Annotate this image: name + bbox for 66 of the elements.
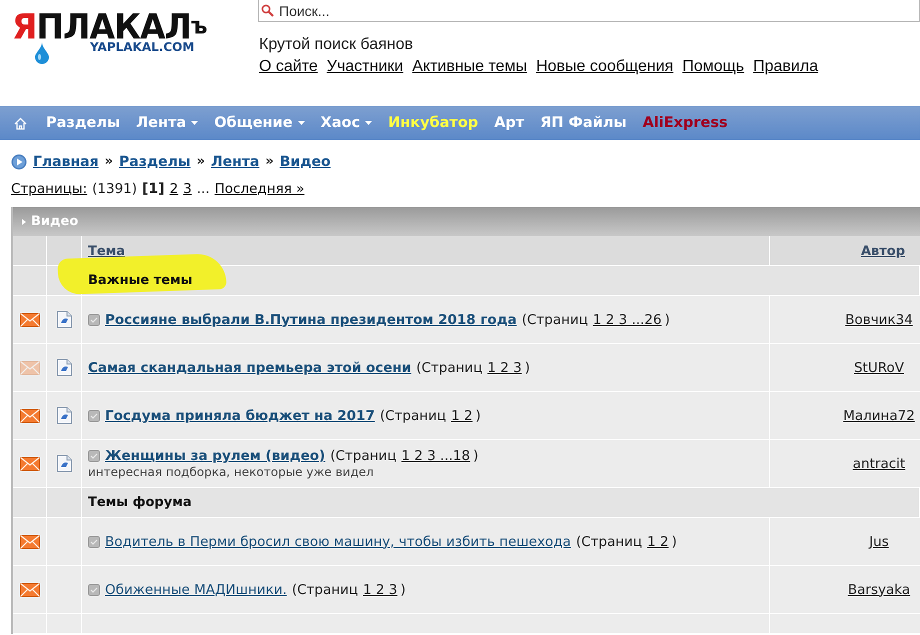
search-input[interactable]: Поиск... [279,2,679,18]
author-link[interactable]: antracit [838,456,920,472]
water-drop-icon [34,42,50,64]
search-field[interactable]: Поиск... [258,0,920,22]
breadcrumb-link[interactable]: Главная [33,154,99,170]
page-link[interactable]: 3 [183,181,192,197]
pages-label: (Страниц [292,582,358,598]
topic-pages-link[interactable]: 1 2 [451,408,473,424]
breadcrumb-link[interactable]: Разделы [119,154,191,170]
author-link[interactable]: Малина72 [838,408,920,424]
author-link[interactable]: Jus [838,534,920,550]
breadcrumb-separator: » [196,154,205,169]
tagline: Крутой поиск баянов [258,36,414,54]
topic-link[interactable]: Россияне выбрали В.Путина президентом 2018 года [105,312,517,328]
top-link[interactable]: Активные темы [412,58,528,76]
section-title: Важные темы [88,273,192,288]
top-link[interactable]: Участники [326,58,404,76]
pages-label: (Страниц [416,360,482,376]
breadcrumb-separator: » [265,154,274,169]
pages-label: (Страниц [576,534,642,550]
column-header-link[interactable]: Автор [860,244,905,259]
topic-link[interactable]: Обиженные МАДИшники. [105,582,287,598]
breadcrumb-link[interactable]: Видео [280,154,331,170]
top-link[interactable]: О сайте [259,58,318,76]
topic-pages-link[interactable]: 1 2 3 ...26 [592,312,662,328]
pages-close: ) [664,312,670,328]
breadcrumb-separator: » [104,154,113,169]
section-title: Темы форума [88,495,192,510]
topic-link[interactable]: Самая скандальная премьера этой осени [88,360,412,376]
pages-close: ) [476,408,481,424]
page-total: (1391) [92,181,138,197]
topic-pages-link[interactable]: 1 2 3 [363,582,398,598]
topic-pages-link[interactable]: 1 2 [647,534,669,550]
topic-link[interactable]: Водитель в Перми бросил свою машину, чтобы избить пешехода [105,534,571,550]
pages-label: (Страниц [380,408,446,424]
topic-pages-link[interactable]: 1 2 3 [487,360,522,376]
triangle-icon [22,218,26,224]
pages-label: (Страниц [522,312,588,328]
last-page-link[interactable]: Последняя » [214,181,304,197]
pages-close: ) [524,360,530,376]
topic-link[interactable]: Женщины за рулем (видео) [105,448,326,464]
pages-label: (Страниц [330,448,396,464]
logo-subtitle[interactable]: YAPLAKAL.COM [90,38,194,54]
page-link[interactable]: 2 [170,181,178,197]
column-header-link[interactable]: Тема [88,244,126,259]
current-page: [1] [142,181,165,197]
play-circle-icon [11,154,27,170]
top-link[interactable]: Помощь [682,58,744,76]
topic-pages-link[interactable]: 1 2 3 ...18 [401,448,470,464]
pages-close: ) [400,582,406,598]
breadcrumb-link[interactable]: Лента [210,154,260,170]
pages-label-link[interactable]: Страницы: [11,181,88,197]
topic-link[interactable]: Госдума приняла бюджет на 2017 [105,408,375,424]
top-link[interactable]: Правила [753,58,818,76]
author-link[interactable]: StURoV [838,360,920,376]
author-link[interactable]: Вовчик34 [838,312,920,328]
table-title: Видео [31,214,78,229]
header-cell [13,236,47,266]
author-link[interactable]: Barsyaka [838,582,920,598]
search-icon [261,4,274,17]
home-icon [14,116,27,130]
top-link[interactable]: Новые сообщения [536,58,674,76]
pages-close: ) [672,534,677,550]
topic-description: интересная подборка, некоторые уже видел [88,465,375,479]
pages-ellipsis: ... [196,181,210,197]
pages-close: ) [473,448,478,464]
